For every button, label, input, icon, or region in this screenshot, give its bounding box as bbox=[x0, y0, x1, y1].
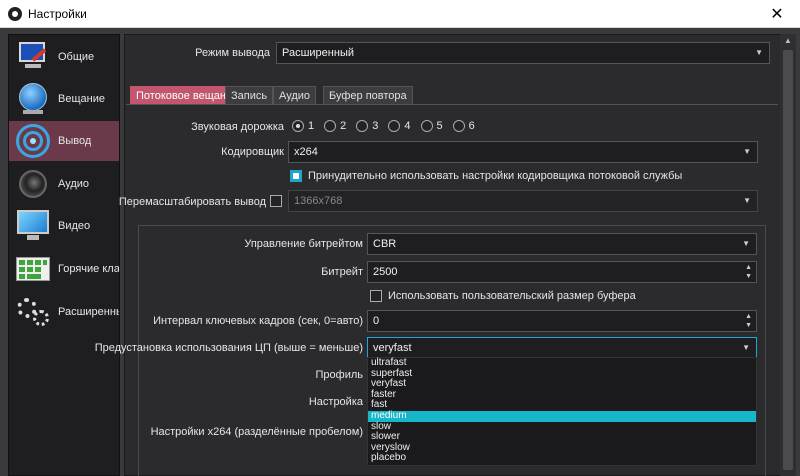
sidebar-item-video[interactable]: Видео bbox=[9, 206, 119, 246]
close-button[interactable]: ✕ bbox=[754, 0, 800, 28]
audio-track-radio-5[interactable] bbox=[420, 120, 433, 132]
list-item-highlighted[interactable]: medium bbox=[368, 410, 756, 422]
keyframe-interval-value: 0 bbox=[373, 315, 380, 327]
sidebar-item-label: Общие bbox=[58, 51, 95, 63]
audio-track-radio-1[interactable] bbox=[292, 120, 304, 132]
radio-label: 5 bbox=[436, 120, 443, 132]
encoder-label: Кодировщик bbox=[221, 146, 284, 158]
list-item[interactable]: veryslow bbox=[368, 442, 756, 454]
audio-track-label: Звуковая дорожка bbox=[191, 121, 284, 133]
x264-options-label: Настройки x264 (разделённые пробелом) bbox=[150, 426, 363, 438]
sidebar-item-hotkeys[interactable]: Горячие клави bbox=[9, 249, 119, 289]
title-bar: Настройки ✕ bbox=[0, 0, 800, 28]
sidebar-item-output[interactable]: Вывод bbox=[9, 121, 119, 161]
tab-label: Буфер повтора bbox=[329, 90, 407, 102]
spin-arrows-icon[interactable]: ▲ ▼ bbox=[745, 312, 752, 330]
cpu-preset-label: Предустановка использования ЦП (выше = м… bbox=[94, 342, 363, 354]
sidebar-item-label: Горячие клави bbox=[58, 263, 119, 275]
keyboard-icon bbox=[13, 251, 53, 287]
output-mode-select[interactable]: Расширенный ▼ bbox=[276, 42, 770, 64]
broadcast-icon bbox=[13, 123, 53, 159]
list-item[interactable]: faster bbox=[368, 389, 756, 401]
tune-label: Настройка bbox=[308, 396, 363, 408]
tab-label: Запись bbox=[231, 90, 268, 102]
list-item[interactable]: placebo bbox=[368, 453, 756, 464]
tab-audio[interactable]: Аудио bbox=[273, 86, 317, 105]
rate-control-value: CBR bbox=[373, 238, 397, 250]
rescale-resolution-select: 1366x768 ▼ bbox=[288, 190, 758, 212]
rescale-label: Перемасштабировать вывод bbox=[118, 196, 266, 208]
audio-track-radio-6[interactable] bbox=[452, 120, 465, 132]
encoder-select[interactable]: x264 ▼ bbox=[288, 141, 758, 163]
list-item[interactable]: ultrafast bbox=[368, 357, 756, 369]
tab-label: Потоковое вещание bbox=[136, 90, 239, 102]
cpu-preset-dropdown-list: ultrafast superfast veryfast faster fast… bbox=[367, 357, 757, 466]
bitrate-value: 2500 bbox=[373, 266, 398, 278]
enforce-encoder-label: Принудительно использовать настройки код… bbox=[308, 170, 683, 182]
vertical-scrollbar[interactable]: ▲ bbox=[780, 34, 796, 476]
profile-label: Профиль bbox=[315, 369, 364, 381]
keyframe-interval-label: Интервал ключевых кадров (сек, 0=авто) bbox=[153, 315, 363, 327]
chevron-down-icon: ▼ bbox=[742, 343, 750, 352]
obs-app-icon bbox=[8, 7, 22, 21]
chevron-down-icon: ▼ bbox=[755, 48, 763, 57]
list-item[interactable]: veryfast bbox=[368, 379, 756, 390]
scroll-thumb[interactable] bbox=[783, 50, 793, 470]
enforce-encoder-checkbox[interactable] bbox=[290, 170, 302, 182]
sidebar-item-label: Вещание bbox=[58, 93, 105, 105]
bitrate-label: Битрейт bbox=[321, 266, 363, 278]
radio-label: 1 bbox=[308, 120, 315, 132]
cpu-preset-value: veryfast bbox=[373, 342, 412, 354]
settings-sidebar: Общие Вещание Вывод Аудио Видео Горячие … bbox=[8, 34, 120, 476]
rate-control-label: Управление битрейтом bbox=[244, 238, 363, 250]
globe-icon bbox=[13, 81, 53, 117]
radio-label: 6 bbox=[468, 120, 475, 132]
sidebar-item-label: Расширенные bbox=[58, 306, 119, 318]
list-item[interactable]: slow bbox=[368, 421, 756, 433]
tab-recording[interactable]: Запись bbox=[225, 86, 274, 105]
sidebar-item-general[interactable]: Общие bbox=[9, 37, 119, 77]
gears-icon bbox=[13, 294, 53, 330]
list-item[interactable]: fast bbox=[368, 400, 756, 411]
tab-label: Аудио bbox=[279, 90, 311, 102]
radio-label: 3 bbox=[372, 120, 379, 132]
sidebar-item-stream[interactable]: Вещание bbox=[9, 79, 119, 119]
output-mode-value: Расширенный bbox=[282, 47, 354, 59]
custom-buffer-label: Использовать пользовательский размер буф… bbox=[388, 290, 636, 302]
window-title: Настройки bbox=[28, 7, 87, 21]
bitrate-spinbox[interactable]: 2500 ▲ ▼ bbox=[367, 261, 757, 283]
radio-label: 2 bbox=[340, 120, 347, 132]
audio-track-radio-2[interactable] bbox=[324, 120, 337, 132]
keyframe-interval-spinbox[interactable]: 0 ▲ ▼ bbox=[367, 310, 757, 332]
cpu-preset-select[interactable]: veryfast ▼ bbox=[367, 337, 757, 359]
spin-arrows-icon[interactable]: ▲ ▼ bbox=[745, 263, 752, 281]
audio-track-radio-3[interactable] bbox=[356, 120, 369, 132]
monitor-pen-icon bbox=[13, 39, 53, 75]
custom-buffer-checkbox[interactable] bbox=[370, 290, 382, 302]
list-item[interactable]: superfast bbox=[368, 368, 756, 380]
audio-track-radio-4[interactable] bbox=[388, 120, 401, 132]
audio-track-radio-group: 1 2 3 4 5 6 bbox=[292, 119, 485, 133]
sidebar-item-label: Вывод bbox=[58, 135, 92, 147]
output-mode-label: Режим вывода bbox=[195, 47, 270, 59]
encoder-value: x264 bbox=[294, 146, 318, 158]
monitor-icon bbox=[13, 208, 53, 244]
chevron-down-icon: ▼ bbox=[743, 196, 751, 205]
chevron-down-icon: ▼ bbox=[743, 147, 751, 156]
list-item[interactable]: slower bbox=[368, 432, 756, 443]
tab-replay-buffer[interactable]: Буфер повтора bbox=[323, 86, 413, 105]
speaker-icon bbox=[13, 166, 53, 202]
sidebar-item-label: Аудио bbox=[58, 178, 90, 190]
radio-label: 4 bbox=[404, 120, 411, 132]
rescale-value: 1366x768 bbox=[294, 195, 343, 207]
sidebar-item-label: Видео bbox=[58, 220, 91, 232]
sidebar-item-audio[interactable]: Аудио bbox=[9, 164, 119, 204]
scroll-up-arrow-icon[interactable]: ▲ bbox=[780, 34, 796, 48]
rate-control-select[interactable]: CBR ▼ bbox=[367, 233, 757, 255]
sidebar-item-advanced[interactable]: Расширенные bbox=[9, 292, 119, 332]
chevron-down-icon: ▼ bbox=[742, 239, 750, 248]
rescale-checkbox[interactable] bbox=[270, 195, 282, 207]
